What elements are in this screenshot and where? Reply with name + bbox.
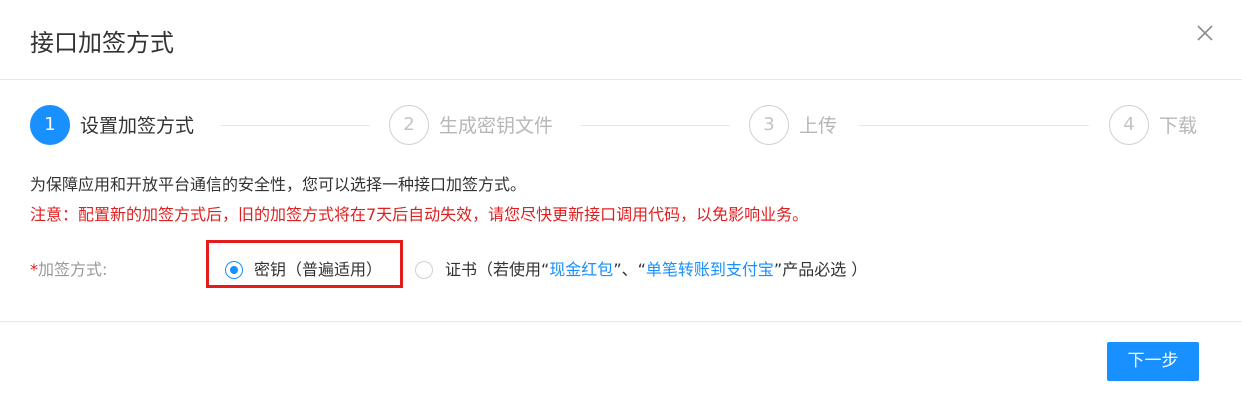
description-text: 为保障应用和开放平台通信的安全性，您可以选择一种接口加签方式。 [30, 175, 527, 194]
dialog-header: 接口加签方式 [0, 0, 1242, 80]
step-connector [859, 125, 1089, 126]
radio-certificate[interactable] [415, 261, 433, 279]
certificate-middle: ”、“ [613, 260, 646, 279]
step-3-label: 上传 [799, 115, 838, 137]
radio-certificate-label[interactable]: 证书（若使用“现金红包”、“单笔转账到支付宝”产品必选 ） [445, 258, 867, 282]
radio-key[interactable] [225, 261, 243, 279]
warning-notice: 注意：配置新的加签方式后，旧的加签方式将在7天后自动失效，请您尽快更新接口调用代… [30, 205, 809, 224]
sign-method-dialog: 接口加签方式 1 设置加签方式 2 生成密钥文件 3 上传 4 下载 为保障应用… [0, 0, 1242, 403]
step-1-circle: 1 [30, 105, 70, 145]
link-cash-red-packet[interactable]: 现金红包 [549, 260, 613, 279]
certificate-suffix: ”产品必选 ） [773, 260, 868, 279]
sign-method-label: *加签方式: [30, 258, 107, 282]
close-icon[interactable] [1193, 21, 1217, 45]
step-1-label: 设置加签方式 [80, 115, 195, 137]
steps-progress: 1 设置加签方式 2 生成密钥文件 3 上传 4 下载 [0, 105, 1242, 149]
step-4-circle: 4 [1109, 105, 1149, 145]
radio-key-label[interactable]: 密钥（普遍适用） [254, 258, 382, 282]
step-3-circle: 3 [749, 105, 789, 145]
footer-divider [0, 321, 1242, 322]
dialog-title: 接口加签方式 [30, 29, 174, 57]
step-2-label: 生成密钥文件 [439, 115, 554, 137]
next-step-button[interactable]: 下一步 [1107, 342, 1199, 381]
required-mark: * [30, 260, 38, 279]
close-icon-glyph [1197, 25, 1213, 41]
step-connector [580, 125, 730, 126]
link-single-transfer[interactable]: 单笔转账到支付宝 [646, 260, 774, 279]
step-4-label: 下载 [1159, 115, 1198, 137]
certificate-prefix: 证书（若使用“ [445, 260, 550, 279]
step-connector [220, 125, 370, 126]
step-2-circle: 2 [389, 105, 429, 145]
sign-method-label-text: 加签方式: [38, 260, 108, 279]
